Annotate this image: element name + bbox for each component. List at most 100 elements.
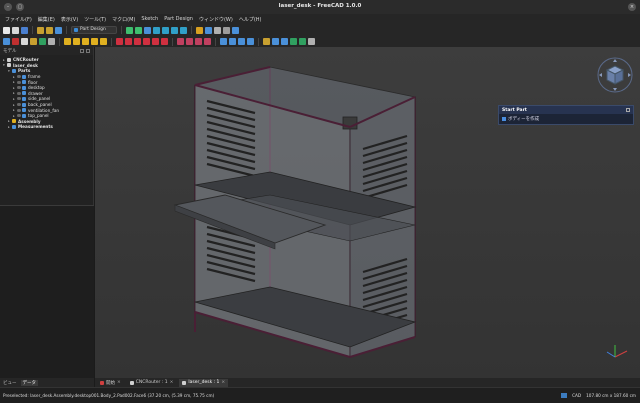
linear-pattern-icon[interactable]: [229, 38, 236, 45]
menu-part-design[interactable]: Part Design: [164, 16, 193, 22]
menu-help[interactable]: ヘルプ(H): [239, 16, 262, 23]
visibility-eye-icon[interactable]: [17, 80, 21, 84]
polar-pattern-icon[interactable]: [238, 38, 245, 45]
view-isometric-icon[interactable]: [153, 26, 160, 34]
float-panel-icon[interactable]: [80, 49, 84, 53]
shape-binder-icon[interactable]: [30, 38, 37, 45]
save-icon[interactable]: [21, 26, 28, 34]
redo-icon[interactable]: [46, 26, 53, 34]
tab-laser-desk-label: laser_desk : 1: [188, 380, 220, 385]
refresh-icon[interactable]: [55, 26, 62, 34]
pocket-icon[interactable]: [116, 38, 123, 45]
whats-this-icon[interactable]: [232, 26, 239, 34]
preselection-message: Preselected: laser_desk.Assembly.desktop…: [3, 393, 215, 398]
draw-style-icon[interactable]: [144, 26, 151, 34]
body-icon: [22, 74, 26, 79]
braces-icon[interactable]: [223, 26, 230, 34]
draft-icon[interactable]: [195, 38, 202, 45]
tab-laser-desk[interactable]: laser_desk : 1 ×: [179, 378, 229, 387]
validate-sketch-icon[interactable]: [21, 38, 28, 45]
measure-toggle-icon[interactable]: [299, 38, 306, 45]
model-panel-header: モデル: [0, 47, 93, 55]
menu-edit[interactable]: 編集(E): [38, 16, 55, 23]
revolution-icon[interactable]: [73, 38, 80, 45]
visibility-eye-icon[interactable]: [17, 86, 21, 90]
toolbar-separator: [59, 37, 60, 46]
menu-window[interactable]: ウィンドウ(W): [199, 16, 233, 23]
navigation-style-icon[interactable]: [561, 393, 568, 398]
clone-icon[interactable]: [39, 38, 46, 45]
tree-item-label: frame: [28, 74, 41, 80]
datum-point-icon[interactable]: [48, 38, 55, 45]
tree-item[interactable]: ▸ Measurements: [0, 124, 93, 130]
create-body-icon[interactable]: [3, 38, 10, 45]
3d-viewport[interactable]: [95, 47, 640, 378]
fit-selection-icon[interactable]: [135, 26, 142, 34]
visibility-eye-icon[interactable]: [17, 114, 21, 118]
measure-clear-icon[interactable]: [308, 38, 315, 45]
hole-icon[interactable]: [125, 38, 132, 45]
groove-icon[interactable]: [134, 38, 141, 45]
create-body-action[interactable]: ボディーを作成: [499, 114, 633, 124]
task-panel: Start Part ボディーを作成: [498, 105, 634, 125]
thickness-icon[interactable]: [204, 38, 211, 45]
view-top-icon[interactable]: [171, 26, 178, 34]
link-icon[interactable]: [205, 26, 212, 34]
unit-system[interactable]: CAD: [572, 393, 581, 398]
toolbar-separator: [111, 37, 112, 46]
new-file-icon[interactable]: [3, 26, 10, 34]
visibility-eye-icon[interactable]: [17, 91, 21, 95]
subtractive-loft-icon[interactable]: [143, 38, 150, 45]
mirrored-icon[interactable]: [220, 38, 227, 45]
tab-start-label: 開始: [106, 380, 115, 386]
tab-cncrouter[interactable]: CNCRouter : 1 ×: [127, 379, 177, 387]
view-right-icon[interactable]: [180, 26, 187, 34]
close-button[interactable]: ×: [628, 3, 636, 11]
tab-view[interactable]: ビュー: [3, 380, 17, 386]
view-dimensions: 107.80 cm x 187.60 cm: [586, 393, 636, 398]
navigation-cube[interactable]: [596, 56, 634, 94]
body-icon: [22, 108, 26, 113]
laser-desk-model[interactable]: [95, 47, 640, 378]
menu-macro[interactable]: マクロ(M): [112, 16, 135, 23]
visibility-eye-icon[interactable]: [17, 108, 21, 112]
fillet-icon[interactable]: [177, 38, 184, 45]
visibility-eye-icon[interactable]: [17, 97, 21, 101]
measurement-group-icon: [12, 124, 16, 129]
close-tab-icon[interactable]: ×: [170, 380, 174, 385]
visibility-eye-icon[interactable]: [17, 103, 21, 107]
subtractive-pipe-icon[interactable]: [152, 38, 159, 45]
helix-icon[interactable]: [100, 38, 107, 45]
tab-start[interactable]: 開始 ×: [97, 379, 124, 387]
workbench-selector[interactable]: Part Design: [71, 26, 117, 34]
measure-linear-icon[interactable]: [272, 38, 279, 45]
multi-transform-icon[interactable]: [247, 38, 254, 45]
chamfer-icon[interactable]: [186, 38, 193, 45]
boolean-icon[interactable]: [263, 38, 270, 45]
document-icon: [182, 380, 187, 385]
menu-tools[interactable]: ツール(T): [84, 16, 106, 23]
measure-refresh-icon[interactable]: [290, 38, 297, 45]
view-front-icon[interactable]: [162, 26, 169, 34]
fit-all-icon[interactable]: [126, 26, 133, 34]
menu-view[interactable]: 表示(V): [61, 16, 78, 23]
open-file-icon[interactable]: [12, 26, 19, 34]
create-sketch-icon[interactable]: [12, 38, 19, 45]
menu-sketch[interactable]: Sketch: [141, 16, 158, 22]
measure-angular-icon[interactable]: [281, 38, 288, 45]
close-panel-icon[interactable]: [86, 49, 90, 53]
create-body-label: ボディーを作成: [508, 117, 540, 122]
collapse-icon[interactable]: [626, 108, 630, 112]
menu-file[interactable]: ファイル(F): [5, 16, 32, 23]
close-tab-icon[interactable]: ×: [221, 380, 225, 385]
folder-icon[interactable]: [196, 26, 203, 34]
undo-icon[interactable]: [37, 26, 44, 34]
loft-icon[interactable]: [82, 38, 89, 45]
close-tab-icon[interactable]: ×: [117, 380, 121, 385]
measure-icon[interactable]: [214, 26, 221, 34]
visibility-eye-icon[interactable]: [17, 75, 21, 79]
subtractive-helix-icon[interactable]: [161, 38, 168, 45]
pad-icon[interactable]: [64, 38, 71, 45]
sweep-icon[interactable]: [91, 38, 98, 45]
tab-data[interactable]: データ: [20, 379, 38, 386]
